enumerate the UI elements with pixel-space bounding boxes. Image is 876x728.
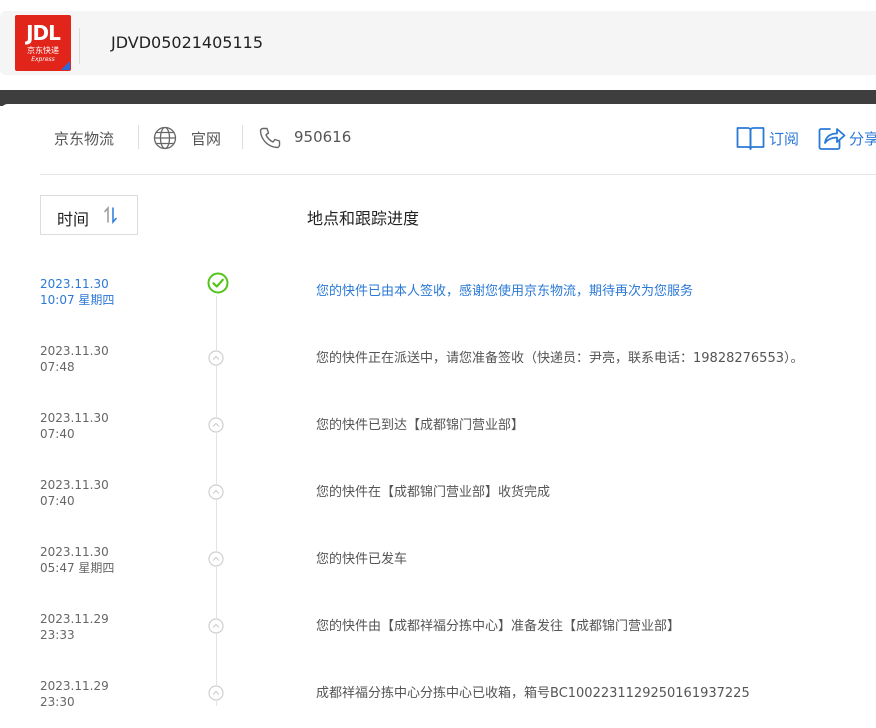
timeline-node-icon (208, 350, 224, 366)
share-icon (818, 128, 846, 150)
event-text: 您的快件由【成都祥福分拣中心】准备发往【成都锦门营业部】 (316, 619, 681, 634)
info-divider (138, 125, 139, 149)
event-text: 您的快件正在派送中，请您准备签收（快递员：尹亮，联系电话：19828276553… (316, 351, 804, 366)
timeline-node-icon (208, 417, 224, 433)
event-datetime: 2023.11.30 05:47 星期四 (40, 545, 115, 575)
timeline-row: 2023.11.30 07:40 您的快件已到达【成都锦门营业部】 (0, 410, 876, 460)
timeline-row: 2023.11.30 07:48 您的快件正在派送中，请您准备签收（快递员：尹亮… (0, 343, 876, 393)
jdl-express-logo: JDL 京东快递 Express (15, 15, 71, 71)
timeline-row: 2023.11.29 23:30 成都祥福分拣中心分拣中心已收箱，箱号BC100… (0, 678, 876, 728)
top-header: JDL 京东快递 Express JDVD05021405115 (0, 0, 876, 90)
event-text: 您的快件已到达【成都锦门营业部】 (316, 418, 525, 433)
event-datetime: 2023.11.30 07:48 (40, 344, 109, 374)
info-divider (242, 125, 243, 149)
service-phone: 950616 (294, 128, 352, 146)
timeline-row: 2023.11.29 23:33 您的快件由【成都祥福分拣中心】准备发往【成都锦… (0, 611, 876, 661)
event-text: 您的快件已发车 (316, 552, 408, 567)
event-datetime: 2023.11.29 23:30 (40, 679, 109, 709)
timeline-row: 2023.11.30 05:47 星期四 您的快件已发车 (0, 544, 876, 594)
header-divider (79, 28, 80, 64)
event-text: 成都祥福分拣中心分拣中心已收箱，箱号BC10022311292501619372… (316, 686, 750, 701)
subscribe-label: 订阅 (769, 130, 800, 148)
event-datetime: 2023.11.30 07:40 (40, 411, 109, 441)
timeline-node-icon (208, 618, 224, 634)
timeline-node-icon (208, 551, 224, 567)
timeline-node-icon (208, 685, 224, 701)
globe-icon[interactable] (153, 126, 177, 150)
event-text: 您的快件在【成都锦门营业部】收货完成 (316, 485, 551, 500)
carrier-name: 京东物流 (54, 130, 115, 148)
timeline-node-icon (208, 484, 224, 500)
event-datetime: 2023.11.29 23:33 (40, 612, 109, 642)
carrier-info-bar: 京东物流 官网 950616 订阅 分享 (40, 118, 876, 158)
divider (40, 174, 876, 175)
event-datetime: 2023.11.30 07:40 (40, 478, 109, 508)
progress-column-title: 地点和跟踪进度 (307, 209, 420, 228)
timeline-row: 2023.11.30 10:07 星期四 您的快件已由本人签收，感谢您使用京东物… (0, 272, 876, 326)
book-icon (736, 127, 765, 150)
delivered-check-icon (207, 272, 229, 294)
waybill-number: JDVD05021405115 (111, 33, 263, 52)
logo-corner-mark (61, 61, 70, 70)
official-site-link[interactable]: 官网 (191, 128, 221, 149)
event-datetime: 2023.11.30 10:07 星期四 (40, 277, 115, 307)
time-sort-button[interactable]: 时间 (40, 195, 138, 235)
time-sort-label: 时间 (57, 210, 90, 229)
phone-icon (259, 127, 281, 149)
sort-arrows-icon (104, 206, 117, 224)
event-text: 您的快件已由本人签收，感谢您使用京东物流，期待再次为您服务 (316, 284, 694, 299)
share-label: 分享 (849, 130, 876, 148)
timeline-row: 2023.11.30 07:40 您的快件在【成都锦门营业部】收货完成 (0, 477, 876, 527)
